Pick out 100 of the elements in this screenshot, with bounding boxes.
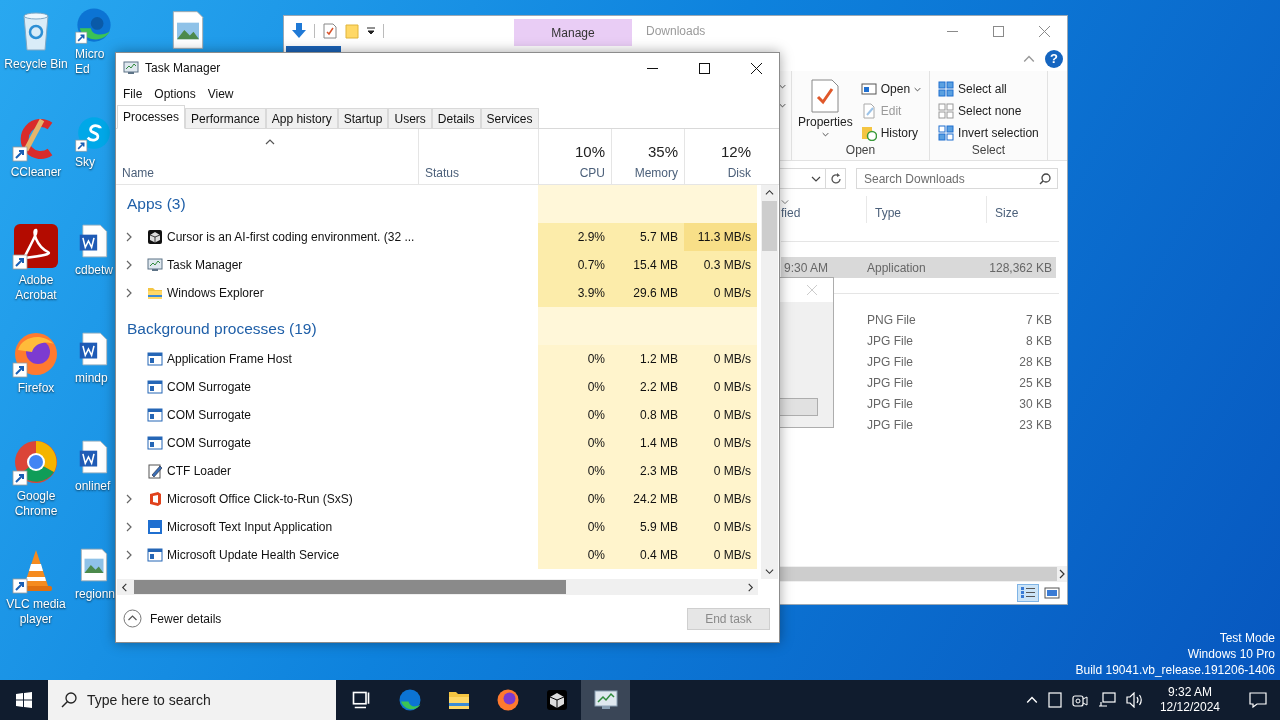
group-header: Apps (3)	[126, 195, 187, 213]
dropdown-icon[interactable]	[367, 27, 375, 35]
menu-item[interactable]: File	[117, 87, 149, 101]
view-button[interactable]	[1017, 584, 1039, 602]
table-cell: 5.7 MB	[611, 223, 684, 251]
table-cell-text: JPG File	[867, 333, 914, 348]
menu-item[interactable]: View	[201, 87, 240, 101]
horizontal-scrollbar[interactable]	[117, 579, 758, 595]
table-cell: 0 MB/s	[684, 485, 757, 513]
column-header[interactable]: Name	[116, 129, 418, 184]
icon-label: Google Chrome	[14, 489, 58, 519]
tab[interactable]: Services	[480, 108, 539, 129]
chat-icon[interactable]	[75, 114, 113, 152]
scroll-thumb[interactable]	[762, 201, 777, 251]
tab[interactable]: Details	[431, 108, 481, 129]
icon-label: CCleaner	[10, 165, 62, 180]
details-view-icon	[1020, 586, 1036, 600]
column-header[interactable]: fied	[781, 196, 867, 223]
vertical-scrollbar[interactable]	[761, 185, 778, 579]
file-row[interactable]: 9:30 AM Application 128,362 KB	[781, 257, 1056, 278]
window-icon	[147, 407, 163, 423]
icon-label: regionn	[75, 587, 116, 602]
table-cell: 0.3 MB/s	[684, 251, 757, 279]
tab[interactable]: Performance	[185, 108, 266, 129]
properties-button[interactable]: Properties	[798, 77, 853, 143]
ribbon-button[interactable]: Open	[858, 79, 924, 99]
browser-icon[interactable]	[12, 438, 60, 486]
ribbon-tab[interactable]: Manage	[514, 19, 632, 46]
address-bar[interactable]	[779, 168, 846, 189]
table-cell-text: 28 KB	[1018, 354, 1053, 369]
column-header[interactable]: 10% CPU	[538, 129, 611, 184]
ribbon-button[interactable]: Invert selection	[936, 123, 1041, 143]
column-header[interactable]: 12% Disk	[684, 129, 757, 184]
ribbon-button[interactable]: Select none	[936, 101, 1041, 121]
browser-icon[interactable]	[75, 6, 113, 44]
expand-icon	[124, 232, 134, 242]
menu-item[interactable]: Options	[148, 87, 202, 101]
table-cell: 0 MB/s	[684, 373, 757, 401]
table-cell: 0.4 MB	[611, 541, 684, 569]
browser-icon	[495, 688, 520, 712]
help-button[interactable]: ?	[1045, 49, 1063, 68]
download-icon[interactable]	[292, 23, 306, 39]
tab[interactable]: App history	[265, 108, 338, 129]
horizontal-scrollbar[interactable]	[779, 566, 1067, 582]
window-icon[interactable]	[1047, 692, 1062, 708]
column-header[interactable]: Status	[418, 129, 538, 184]
icon-label: Recycle Bin	[4, 57, 68, 72]
speaker-icon[interactable]	[1125, 692, 1144, 708]
chevron-up-icon	[1025, 694, 1038, 706]
table-cell: 0 MB/s	[684, 429, 757, 457]
process-name: Microsoft Text Input Application	[167, 520, 333, 534]
table-cell-text: 23 KB	[1018, 417, 1053, 432]
column-header[interactable]: Type	[867, 196, 987, 223]
table-cell: 0 MB/s	[684, 541, 757, 569]
process-name: CTF Loader	[167, 464, 232, 478]
icon-label: Firefox	[17, 381, 55, 396]
history-icon	[860, 125, 877, 141]
ribbon-button[interactable]: History	[858, 123, 924, 143]
ribbon-button[interactable]: Select all	[936, 79, 1041, 99]
icon-label: Micro Ed	[75, 47, 105, 77]
properties-icon[interactable]	[323, 23, 337, 39]
table-cell: 11.3 MB/s	[684, 223, 757, 251]
taskbar-button[interactable]	[581, 680, 630, 720]
browser-icon[interactable]	[12, 330, 60, 378]
tab[interactable]: Processes	[117, 105, 186, 129]
system-info-text: Windows 10 Pro	[1187, 646, 1275, 662]
table-cell: 1.2 MB	[611, 345, 684, 373]
table-cell: 0 MB/s	[684, 279, 757, 307]
icon-label: cdbetw	[75, 263, 114, 278]
column-header[interactable]: Size	[987, 196, 1057, 223]
tab[interactable]: Users	[388, 108, 432, 129]
view-button[interactable]	[1041, 584, 1063, 602]
fewer-details-button[interactable]: Fewer details	[123, 609, 222, 628]
camera-icon[interactable]	[1071, 692, 1088, 708]
invert-selection-icon	[938, 125, 955, 141]
icon-label: onlinef	[75, 479, 111, 494]
browser-icon	[397, 688, 422, 712]
table-cell-text: PNG File	[867, 312, 917, 327]
table-cell: 2.2 MB	[611, 373, 684, 401]
group-header: Background processes (19)	[126, 319, 318, 338]
time-text: 9:32 AM	[1167, 685, 1212, 700]
properties-icon	[810, 79, 841, 113]
search-field[interactable]: Type here to search	[48, 680, 336, 720]
column-header[interactable]: 35% Memory	[611, 129, 684, 184]
caret-icon	[821, 131, 829, 138]
tab[interactable]: Startup	[337, 108, 389, 129]
process-name: Microsoft Update Health Service	[167, 548, 340, 562]
search-field[interactable]: Search Downloads	[856, 168, 1058, 189]
network-icon[interactable]	[1097, 692, 1116, 708]
table-cell: 0.8 MB	[611, 401, 684, 429]
table-cell: 0%	[538, 401, 611, 429]
table-cell: 15.4 MB	[611, 251, 684, 279]
app-icon	[147, 491, 163, 507]
pdf-icon[interactable]	[12, 222, 60, 270]
open-icon	[860, 81, 877, 97]
table-cell: 0%	[538, 541, 611, 569]
table-cell-text: 9:30 AM	[783, 260, 830, 275]
scroll-left-icon	[120, 582, 129, 592]
clock[interactable]: 9:32 AM 12/12/2024	[1153, 685, 1226, 715]
process-name: COM Surrogate	[167, 408, 252, 422]
